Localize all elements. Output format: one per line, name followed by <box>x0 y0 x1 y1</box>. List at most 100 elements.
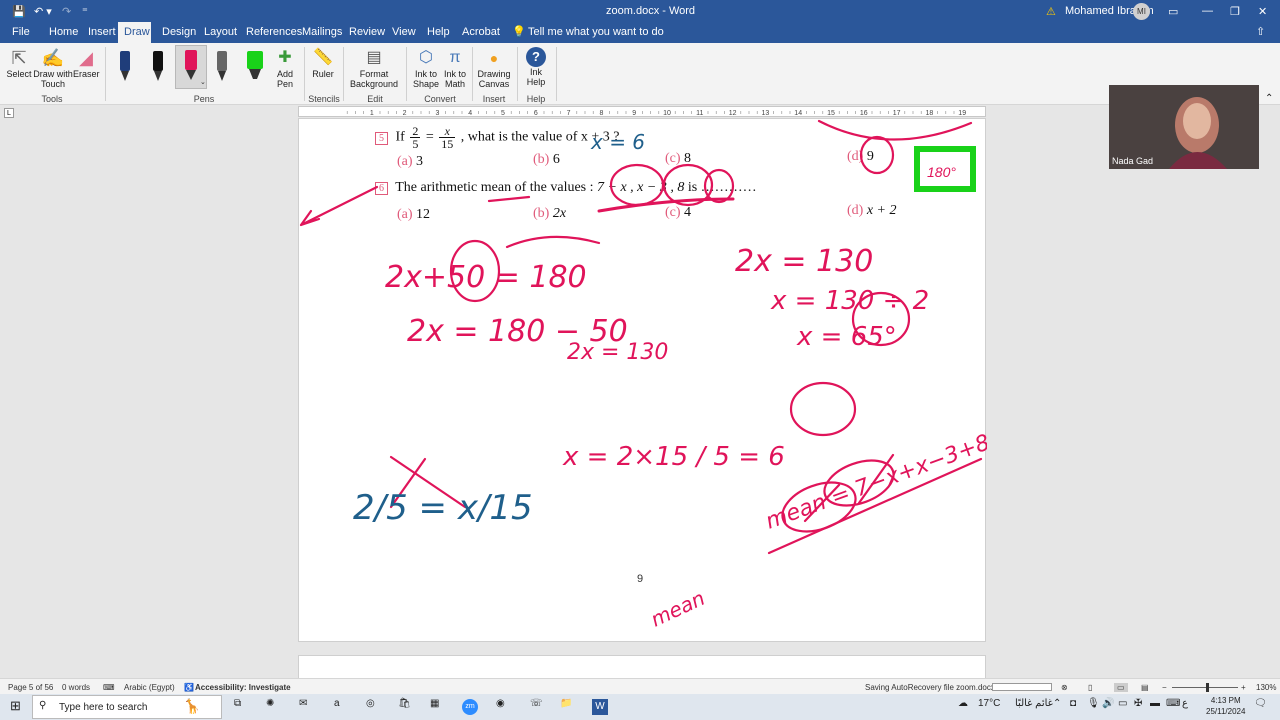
pen-pink-selected[interactable]: ⌄ <box>175 45 207 89</box>
store-icon[interactable]: 🛍 <box>398 698 411 709</box>
weather-icon: ☁ <box>958 698 968 709</box>
proofing-icon[interactable]: ⌨ <box>103 683 115 692</box>
language-indicator-icon[interactable]: ع <box>1182 698 1188 709</box>
edge-icon[interactable]: ◉ <box>496 698 505 709</box>
select-button[interactable]: ⇱ Select <box>6 47 32 79</box>
separator <box>406 47 407 101</box>
ruler-number: 19 <box>958 110 966 117</box>
ruler-number: 18 <box>926 110 934 117</box>
insert-group-label: Insert <box>482 94 506 104</box>
close-icon[interactable]: ✕ <box>1258 5 1267 18</box>
tab-draw[interactable]: Draw <box>118 22 151 43</box>
tell-me-input[interactable]: Tell me what you want to do <box>522 22 670 43</box>
pen-black[interactable] <box>148 47 168 85</box>
tab-mailings[interactable]: Mailings <box>296 22 348 43</box>
collapse-ribbon-icon[interactable]: ⌃ <box>1265 93 1273 104</box>
ink-to-shape-button[interactable]: ⬡ Ink to Shape <box>412 47 440 89</box>
eraser-button[interactable]: ◢ Eraser <box>73 47 100 79</box>
ink-to-math-button[interactable]: π Ink to Math <box>441 47 469 89</box>
ruler-number: 6 <box>534 110 538 117</box>
tray-app-icon[interactable]: ◘ <box>1070 698 1076 709</box>
clock[interactable]: 4:13 PM 25/11/2024 <box>1206 695 1245 717</box>
restore-icon[interactable]: ❐ <box>1230 5 1240 18</box>
app-icon[interactable]: ◎ <box>366 698 375 709</box>
word-app-icon[interactable]: W <box>592 699 608 715</box>
participant-name: Nada Gad <box>1112 156 1154 166</box>
tab-home[interactable]: Home <box>43 22 84 43</box>
customize-qat-icon[interactable]: ⁼ <box>82 5 88 18</box>
cancel-save-icon[interactable]: ⊗ <box>1061 683 1068 692</box>
windows-start-icon[interactable]: ⊞ <box>10 698 21 714</box>
document-page[interactable]: 5 If 25 = x 15 , what is the value of x +… <box>298 118 987 643</box>
copilot-icon[interactable]: ✺ <box>266 698 274 709</box>
title-bar: 💾 ↶ ▾ ↷ ⁼ zoom.docx - Word ⚠ Mohamed Ibr… <box>0 0 1280 22</box>
zoom-slider-thumb[interactable] <box>1206 683 1209 692</box>
taskbar: ⊞ ⚲ Type here to search 🦒 ⧉ ✺ ✉ a ◎ 🛍 ▦ … <box>0 694 1280 720</box>
accessibility-status[interactable]: Accessibility: Investigate <box>195 683 291 692</box>
weather-description[interactable]: غائم غالبًا <box>1015 698 1053 709</box>
save-icon[interactable]: 💾 <box>12 5 26 18</box>
page-count[interactable]: Page 5 of 56 <box>8 683 53 692</box>
zoom-app-icon[interactable]: zm <box>462 699 478 715</box>
add-pen-button[interactable]: ✚ Add Pen <box>272 47 298 89</box>
word-count[interactable]: 0 words <box>62 683 90 692</box>
mail-icon[interactable]: ✉ <box>299 698 307 709</box>
pen-gray[interactable] <box>212 47 232 85</box>
ink-help-button[interactable]: ? Ink Help <box>522 47 550 87</box>
taskbar-search[interactable]: ⚲ Type here to search 🦒 <box>32 695 222 719</box>
tab-design[interactable]: Design <box>156 22 202 43</box>
read-mode-icon[interactable]: ▯ <box>1088 683 1092 692</box>
ribbon-draw: ⇱ Select ✍ Draw with Touch ◢ Eraser Tool… <box>0 43 1280 105</box>
draw-with-touch-button[interactable]: ✍ Draw with Touch <box>33 47 73 89</box>
tab-help[interactable]: Help <box>421 22 456 43</box>
whatsapp-icon[interactable]: ☏ <box>530 698 543 709</box>
zoom-in-icon[interactable]: + <box>1241 683 1246 692</box>
volume-icon[interactable]: 🔊 <box>1102 698 1114 709</box>
webcam-thumbnail[interactable]: Nada Gad <box>1109 85 1259 169</box>
minimize-icon[interactable]: — <box>1202 5 1213 17</box>
ink-text-mean: mean <box>647 586 709 632</box>
tab-acrobat[interactable]: Acrobat <box>456 22 506 43</box>
amazon-icon[interactable]: a <box>334 698 340 709</box>
task-view-icon[interactable]: ⧉ <box>234 698 241 709</box>
user-avatar[interactable]: MI <box>1133 3 1150 20</box>
ink-annotations[interactable]: 2x+50 = 180 2x = 180 − 50 2x = 130 2x = … <box>299 119 987 643</box>
network-icon[interactable]: ▭ <box>1118 698 1127 709</box>
horizontal-ruler[interactable]: 1 2 3 4 5 6 7 8 9 10 11 12 13 14 15 16 17 18 19 <box>298 106 986 117</box>
pen-navy[interactable] <box>115 47 135 85</box>
wifi-icon[interactable]: ✠ <box>1134 698 1142 709</box>
page-number: 9 <box>637 573 644 585</box>
tab-view[interactable]: View <box>386 22 422 43</box>
ribbon-display-icon[interactable]: ▭ <box>1168 5 1178 18</box>
search-icon: ⚲ <box>39 700 47 711</box>
tab-layout[interactable]: Layout <box>198 22 243 43</box>
tab-insert[interactable]: Insert <box>82 22 122 43</box>
language[interactable]: Arabic (Egypt) <box>124 683 175 692</box>
keyboard-icon[interactable]: ⌨ <box>1166 698 1180 709</box>
battery-icon[interactable]: ▬ <box>1150 698 1160 709</box>
print-layout-icon[interactable]: ▭ <box>1114 683 1128 692</box>
tab-file[interactable]: File <box>6 22 36 43</box>
calculator-icon[interactable]: ▦ <box>430 698 439 709</box>
ruler-button[interactable]: 📏 Ruler <box>310 47 336 79</box>
share-icon[interactable]: ⇧ <box>1250 22 1271 43</box>
temperature[interactable]: 17°C <box>978 698 1000 709</box>
tab-selector[interactable]: L <box>4 108 14 118</box>
highlighter-green[interactable] <box>244 47 266 85</box>
web-layout-icon[interactable]: ▤ <box>1141 683 1149 692</box>
ruler-number: 10 <box>663 110 671 117</box>
tray-chevron-icon[interactable]: ⌃ <box>1053 698 1061 709</box>
zoom-slider[interactable] <box>1172 687 1238 688</box>
microphone-icon[interactable]: 🎙 <box>1087 698 1100 709</box>
ruler-number: 12 <box>729 110 737 117</box>
format-background-button[interactable]: ▤ Format Background <box>348 47 400 89</box>
drawing-canvas-button[interactable]: ● Drawing Canvas <box>476 47 512 89</box>
tab-review[interactable]: Review <box>343 22 391 43</box>
zoom-out-icon[interactable]: − <box>1162 683 1167 692</box>
undo-icon[interactable]: ↶ ▾ <box>34 5 52 18</box>
notification-icon[interactable]: 🗨 <box>1254 698 1267 709</box>
redo-icon[interactable]: ↷ <box>62 5 71 18</box>
ruler-number: 9 <box>632 110 636 117</box>
zoom-level[interactable]: 130% <box>1256 683 1276 692</box>
file-explorer-icon[interactable]: 📁 <box>560 698 572 709</box>
